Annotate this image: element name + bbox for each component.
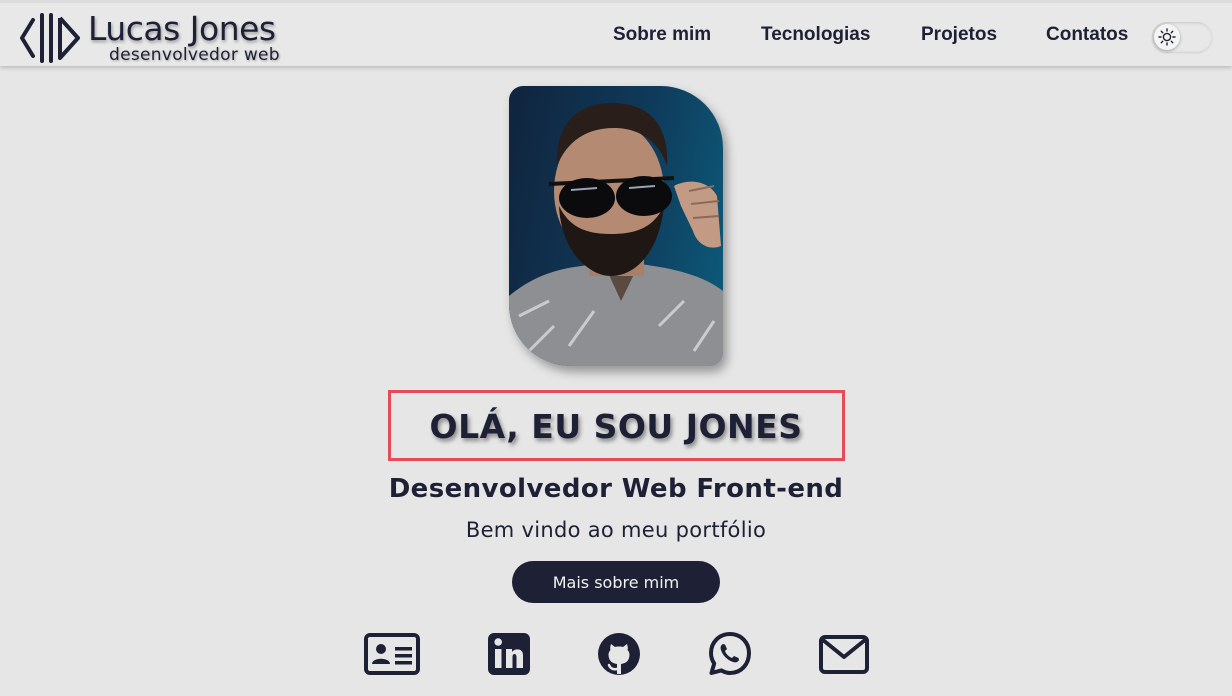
nav-link-projetos[interactable]: Projetos <box>921 24 997 46</box>
sun-icon <box>1158 28 1176 46</box>
toggle-knob <box>1154 24 1180 50</box>
more-about-me-button[interactable]: Mais sobre mim <box>512 561 720 603</box>
hero-welcome: Bem vindo ao meu portfólio <box>465 518 767 542</box>
social-link-resume[interactable] <box>363 630 421 678</box>
site-header: Lucas Jones desenvolvedor web Sobre mim … <box>0 0 1232 66</box>
github-icon <box>598 633 640 675</box>
social-link-linkedin[interactable] <box>487 630 531 678</box>
social-link-email[interactable] <box>818 630 870 678</box>
portrait-illustration <box>509 102 723 366</box>
hero-headline: OLÁ, EU SOU JONES <box>429 407 803 446</box>
whatsapp-icon <box>709 632 751 675</box>
hero-role: Desenvolvedor Web Front-end <box>388 474 844 504</box>
email-icon <box>819 635 869 674</box>
social-link-whatsapp[interactable] <box>707 630 753 678</box>
linkedin-icon <box>488 633 530 675</box>
nav-link-tecnologias[interactable]: Tecnologias <box>761 24 870 46</box>
social-link-github[interactable] <box>597 630 641 678</box>
nav-link-contatos[interactable]: Contatos <box>1046 24 1128 46</box>
id-card-icon <box>364 633 420 675</box>
nav-link-sobre-mim[interactable]: Sobre mim <box>613 24 711 46</box>
main-nav: Sobre mim Tecnologias Projetos Contatos <box>0 24 1232 54</box>
theme-toggle[interactable] <box>1152 22 1212 52</box>
profile-photo <box>509 86 723 366</box>
